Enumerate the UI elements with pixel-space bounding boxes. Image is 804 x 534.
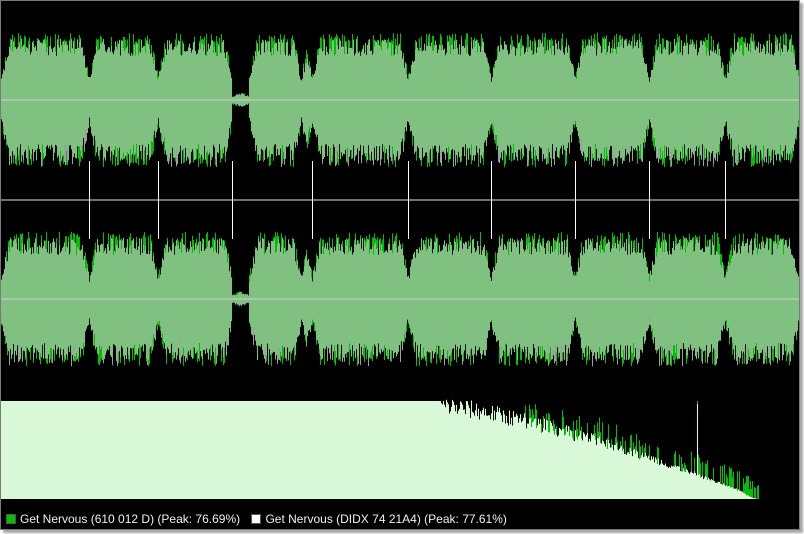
- legend-swatch-track-b: [251, 514, 262, 524]
- channel-2-waveform: [1, 231, 799, 367]
- waveform-comparison-window: Get Nervous (610 012 D) (Peak: 76.69%) G…: [0, 0, 800, 530]
- legend-entry-track-a: Get Nervous (610 012 D) (Peak: 76.69%): [6, 509, 240, 529]
- legend-label-track-a: Get Nervous (610 012 D) (Peak: 76.69%): [20, 512, 241, 526]
- legend: Get Nervous (610 012 D) (Peak: 76.69%) G…: [1, 509, 799, 529]
- waveform-display: [1, 1, 799, 509]
- legend-swatch-track-a: [6, 514, 16, 524]
- legend-label-track-b: Get Nervous (DIDX 74 21A4) (Peak: 77.61%…: [265, 512, 507, 526]
- legend-entry-track-b: Get Nervous (DIDX 74 21A4) (Peak: 77.61%…: [251, 509, 507, 529]
